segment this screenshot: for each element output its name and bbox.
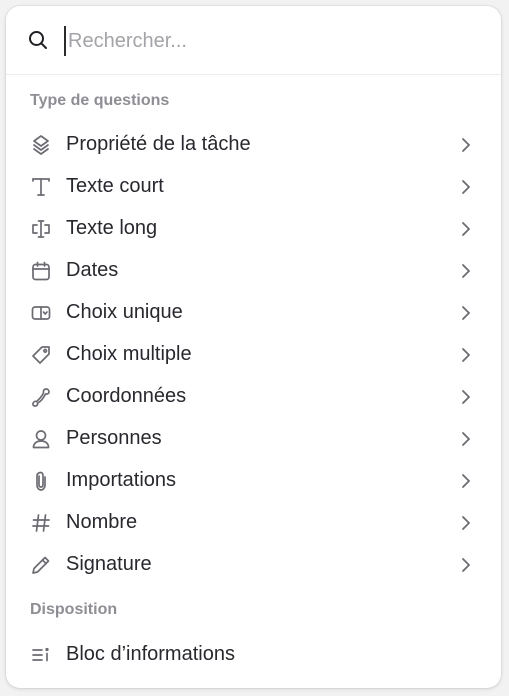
chevron-right-icon (459, 263, 473, 279)
calendar-icon (30, 260, 52, 282)
menu-item-long-text[interactable]: Texte long (6, 208, 501, 250)
question-type-menu: Type de questions Propriété de la tâche … (6, 6, 501, 688)
chevron-right-icon (459, 137, 473, 153)
menu-item-label: Texte long (66, 217, 158, 239)
menu-item-number[interactable]: Nombre (6, 502, 501, 544)
menu-item-label: Signature (66, 553, 152, 575)
search-input[interactable] (64, 26, 488, 56)
menu-item-label: Importations (66, 469, 177, 491)
menu-item-label: Choix multiple (66, 343, 192, 365)
chevron-right-icon (459, 473, 473, 489)
menu-item-single-choice[interactable]: Choix unique (6, 292, 501, 334)
chevron-right-icon (459, 389, 473, 405)
section-title-layout: Disposition (30, 601, 118, 618)
search-icon (28, 30, 48, 50)
chevron-right-icon (459, 347, 473, 363)
menu-item-multiple-choice[interactable]: Choix multiple (6, 334, 501, 376)
menu-item-label: Propriété de la tâche (66, 133, 251, 155)
chevron-right-icon (459, 179, 473, 195)
pencil-icon (30, 554, 52, 576)
menu-item-label: Texte court (66, 175, 164, 197)
menu-item-label: Nombre (66, 511, 138, 533)
text-t-icon (30, 176, 52, 198)
stack-layers-icon (30, 134, 52, 156)
menu-item-short-text[interactable]: Texte court (6, 166, 501, 208)
menu-item-info-block[interactable]: Bloc d’informations (6, 634, 501, 676)
hash-icon (30, 512, 52, 534)
chevron-right-icon (459, 221, 473, 237)
menu-item-label: Bloc d’informations (66, 643, 235, 665)
text-cursor-box-icon (30, 218, 52, 240)
chevron-right-icon (459, 305, 473, 321)
dropdown-select-icon (30, 302, 52, 324)
person-icon (30, 428, 52, 450)
search-bar (6, 6, 501, 75)
menu-item-uploads[interactable]: Importations (6, 460, 501, 502)
menu-item-label: Personnes (66, 427, 162, 449)
chevron-right-icon (459, 557, 473, 573)
menu-item-people[interactable]: Personnes (6, 418, 501, 460)
menu-item-label: Coordonnées (66, 385, 187, 407)
menu-item-label: Choix unique (66, 301, 183, 323)
info-list-icon (30, 644, 52, 666)
phone-icon (30, 386, 52, 408)
menu-item-task-property[interactable]: Propriété de la tâche (6, 124, 501, 166)
menu-item-signature[interactable]: Signature (6, 544, 501, 586)
chevron-right-icon (459, 515, 473, 531)
section-title-question-types: Type de questions (30, 92, 170, 109)
chevron-right-icon (459, 431, 473, 447)
menu-item-contact-details[interactable]: Coordonnées (6, 376, 501, 418)
tag-icon (30, 344, 52, 366)
menu-item-label: Dates (66, 259, 119, 281)
paperclip-icon (30, 470, 52, 492)
menu-item-dates[interactable]: Dates (6, 250, 501, 292)
